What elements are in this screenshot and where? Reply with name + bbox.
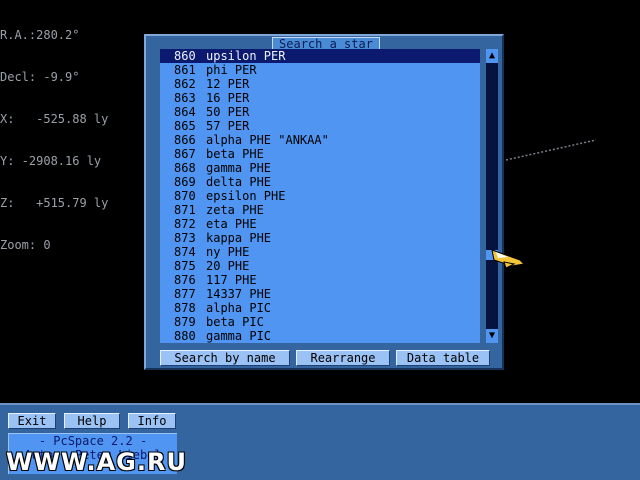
rearrange-button[interactable]: Rearrange [296, 350, 390, 366]
star-name: phi PER [206, 63, 257, 77]
star-list-item[interactable]: 860 upsilon PER [160, 49, 480, 63]
star-number: 865 [174, 119, 196, 133]
star-name: alpha PHE "ANKAA" [206, 133, 329, 147]
star-list-item[interactable]: 876 117 PHE [160, 273, 480, 287]
search-by-name-button[interactable]: Search by name [160, 350, 290, 366]
star-list-item[interactable]: 877 14337 PHE [160, 287, 480, 301]
star-list-item[interactable]: 871 zeta PHE [160, 203, 480, 217]
star-number: 873 [174, 231, 196, 245]
star-number: 872 [174, 217, 196, 231]
star-name: 12 PER [206, 77, 250, 91]
star-name: beta PHE [206, 147, 264, 161]
star-list-item[interactable]: 874 ny PHE [160, 245, 480, 259]
data-table-button[interactable]: Data table [396, 350, 490, 366]
star-name: 50 PER [206, 105, 250, 119]
star-number: 870 [174, 189, 196, 203]
star-list-item[interactable]: 861 phi PER [160, 63, 480, 77]
star-name: 20 PHE [206, 259, 250, 273]
exit-button[interactable]: Exit [8, 413, 56, 429]
star-number: 868 [174, 161, 196, 175]
star-name: zeta PHE [206, 203, 264, 217]
star-number: 862 [174, 77, 196, 91]
up-arrow-icon[interactable]: ▲ [486, 49, 498, 63]
star-number: 871 [174, 203, 196, 217]
star-name: upsilon PER [206, 49, 286, 63]
star-number: 879 [174, 315, 196, 329]
star-number: 876 [174, 273, 196, 287]
star-list-item[interactable]: 867 beta PHE [160, 147, 480, 161]
star-name: 14337 PHE [206, 287, 272, 301]
star-list-item[interactable]: 868 gamma PHE [160, 161, 480, 175]
about-title: - PcSpace 2.2 - [38, 434, 148, 448]
star-list-item[interactable]: 864 50 PER [160, 105, 480, 119]
star-number: 860 [174, 49, 196, 63]
star-number: 877 [174, 287, 196, 301]
spaceship-cursor-icon [491, 249, 526, 269]
help-button[interactable]: Help [64, 413, 120, 429]
star-number: 863 [174, 91, 196, 105]
star-name: kappa PHE [206, 231, 272, 245]
star-list-item[interactable]: 875 20 PHE [160, 259, 480, 273]
watermark-logo: WWW.AG.RU [6, 448, 187, 476]
star-list-item[interactable]: 862 12 PER [160, 77, 480, 91]
star-name: 57 PER [206, 119, 250, 133]
list-scrollbar[interactable]: ▲ ▼ [486, 49, 498, 343]
star-number: 867 [174, 147, 196, 161]
star-name: ny PHE [206, 245, 250, 259]
search-star-dialog: Search a star 860 upsilon PER 861 phi PER 86… [144, 34, 504, 370]
star-list-item[interactable]: 873 kappa PHE [160, 231, 480, 245]
star-number: 874 [174, 245, 196, 259]
star-name: gamma PHE [206, 161, 272, 175]
star-list-item[interactable]: 880 gamma PIC [160, 329, 480, 343]
star-list-item[interactable]: 866 alpha PHE "ANKAA" [160, 133, 480, 147]
star-name: alpha PIC [206, 301, 272, 315]
star-number: 866 [174, 133, 196, 147]
star-number: 878 [174, 301, 196, 315]
star-list-item[interactable]: 863 16 PER [160, 91, 480, 105]
star-number: 861 [174, 63, 196, 77]
star-list-item[interactable]: 878 alpha PIC [160, 301, 480, 315]
star-list-item[interactable]: 870 epsilon PHE [160, 189, 480, 203]
star-name: epsilon PHE [206, 189, 286, 203]
star-name: delta PHE [206, 175, 272, 189]
star-name: gamma PIC [206, 329, 272, 343]
star-number: 864 [174, 105, 196, 119]
star-name: 117 PHE [206, 273, 257, 287]
star-list-item[interactable]: 879 beta PIC [160, 315, 480, 329]
star-list-item[interactable]: 872 eta PHE [160, 217, 480, 231]
star-number: 875 [174, 259, 196, 273]
star-list[interactable]: 860 upsilon PER 861 phi PER 862 12 PER 863 16 P… [160, 49, 480, 343]
star-number: 869 [174, 175, 196, 189]
star-list-item[interactable]: 869 delta PHE [160, 175, 480, 189]
star-name: eta PHE [206, 217, 257, 231]
star-name: beta PIC [206, 315, 264, 329]
info-button[interactable]: Info [128, 413, 176, 429]
star-list-item[interactable]: 865 57 PER [160, 119, 480, 133]
down-arrow-icon[interactable]: ▼ [486, 329, 498, 343]
star-name: 16 PER [206, 91, 250, 105]
star-number: 880 [174, 329, 196, 343]
